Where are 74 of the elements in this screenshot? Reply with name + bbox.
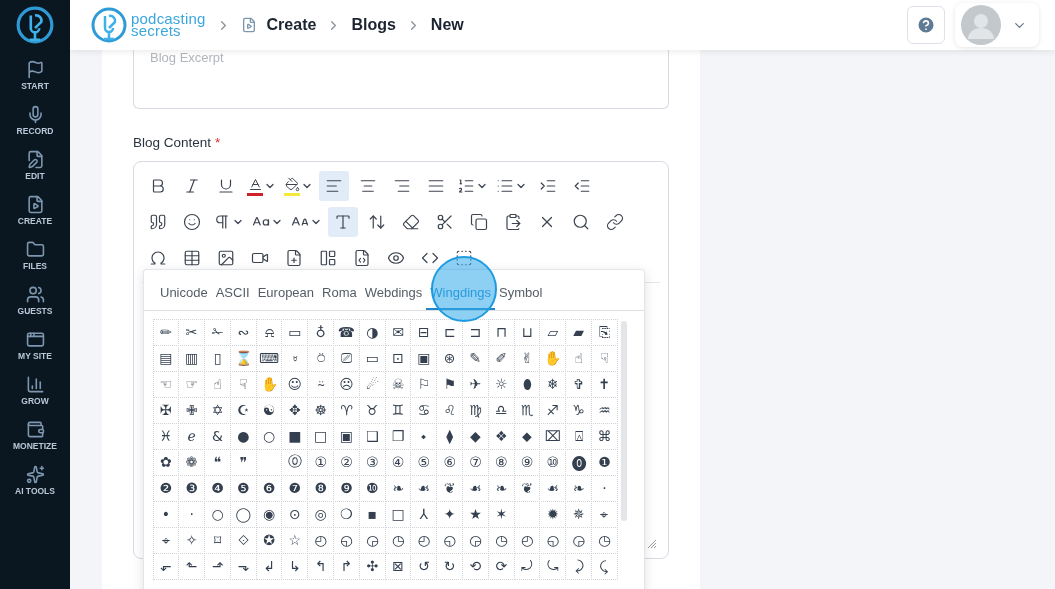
layout-icon — [319, 249, 337, 267]
sidebar-item[interactable]: MY SITE — [0, 330, 70, 375]
add-text-icon — [334, 213, 352, 231]
underline-icon — [217, 177, 235, 195]
sidebar-item[interactable]: START — [0, 60, 70, 105]
image-icon — [217, 249, 235, 267]
breadcrumb-link[interactable]: New — [430, 16, 464, 34]
avatar-icon — [961, 5, 1001, 45]
table-icon — [183, 249, 201, 267]
required-mark: * — [215, 135, 221, 150]
align-left-icon — [325, 177, 343, 195]
sidebar-item[interactable]: RECORD — [0, 105, 70, 150]
bar-chart-icon — [25, 375, 45, 394]
omega-icon — [149, 249, 167, 267]
dashed-box-icon — [455, 249, 473, 267]
sidebar-item[interactable]: MONETIZE — [0, 420, 70, 465]
link-icon — [606, 213, 624, 231]
sparkles-icon — [25, 465, 45, 484]
wallet-icon — [25, 420, 45, 439]
people-icon — [25, 285, 45, 304]
breadcrumb-link[interactable]: Create — [266, 16, 317, 34]
sidebar-item[interactable]: CREATE — [0, 195, 70, 240]
outdent-icon — [573, 177, 591, 195]
banner-icon — [25, 60, 45, 79]
eraser-icon — [402, 213, 420, 231]
sidebar-item[interactable]: FILES — [0, 240, 70, 285]
tab[interactable]: Symbol — [495, 279, 547, 310]
highlight-color-icon — [284, 176, 300, 196]
code-file-icon — [353, 249, 371, 267]
tab[interactable]: Roma — [318, 279, 361, 310]
font-color-icon — [247, 176, 263, 196]
document-play-icon — [25, 195, 45, 214]
align-center-icon — [359, 177, 377, 195]
help-button[interactable] — [907, 6, 945, 44]
sidebar-item[interactable]: GUESTS — [0, 285, 70, 330]
browser-window-icon — [25, 330, 45, 349]
eye-icon — [387, 249, 405, 267]
copy-icon — [470, 213, 488, 231]
help-icon — [916, 15, 936, 35]
sidebar-item[interactable]: AI TOOLS — [0, 465, 70, 510]
quote-icon — [149, 213, 167, 231]
paragraph-icon — [213, 213, 231, 231]
tab[interactable]: European — [253, 279, 319, 310]
tab[interactable]: ASCII — [211, 279, 254, 310]
toolbar-button[interactable] — [319, 171, 349, 201]
bullet-list-icon — [496, 177, 514, 195]
tab[interactable]: Unicode — [156, 279, 212, 310]
paste-icon — [504, 213, 522, 231]
search-icon — [572, 213, 590, 231]
scissors-icon — [436, 213, 454, 231]
folder-icon — [25, 240, 45, 259]
brand-name: podcasting secrets — [131, 13, 206, 37]
breadcrumb-link[interactable]: Blogs — [351, 16, 396, 34]
excerpt-field[interactable]: Blog Excerpt — [133, 50, 669, 109]
smiley-icon — [183, 213, 201, 231]
align-justify-icon — [427, 177, 445, 195]
scrollbar[interactable] — [621, 321, 628, 521]
line-height-icon — [368, 213, 386, 231]
italic-icon — [183, 177, 201, 195]
document-play-icon — [240, 17, 257, 33]
symbol-cell[interactable]: ✏ — [152, 318, 180, 346]
numbered-list-icon — [457, 177, 475, 195]
align-right-icon — [393, 177, 411, 195]
field-label: Blog Content — [133, 135, 212, 150]
resize-handle-icon[interactable] — [648, 540, 656, 548]
tab[interactable]: Webdings — [360, 279, 427, 310]
symbol-cell[interactable]: ⤹ — [591, 552, 618, 580]
sidebar-item[interactable]: GROW — [0, 375, 70, 420]
microphone-logo-icon — [90, 6, 128, 44]
indent-icon — [539, 177, 557, 195]
file-plus-icon — [285, 249, 303, 267]
symbol-cell[interactable]: ⎘ — [591, 318, 618, 346]
sidebar-item[interactable]: EDIT — [0, 150, 70, 195]
microphone-logo-icon — [15, 5, 55, 45]
